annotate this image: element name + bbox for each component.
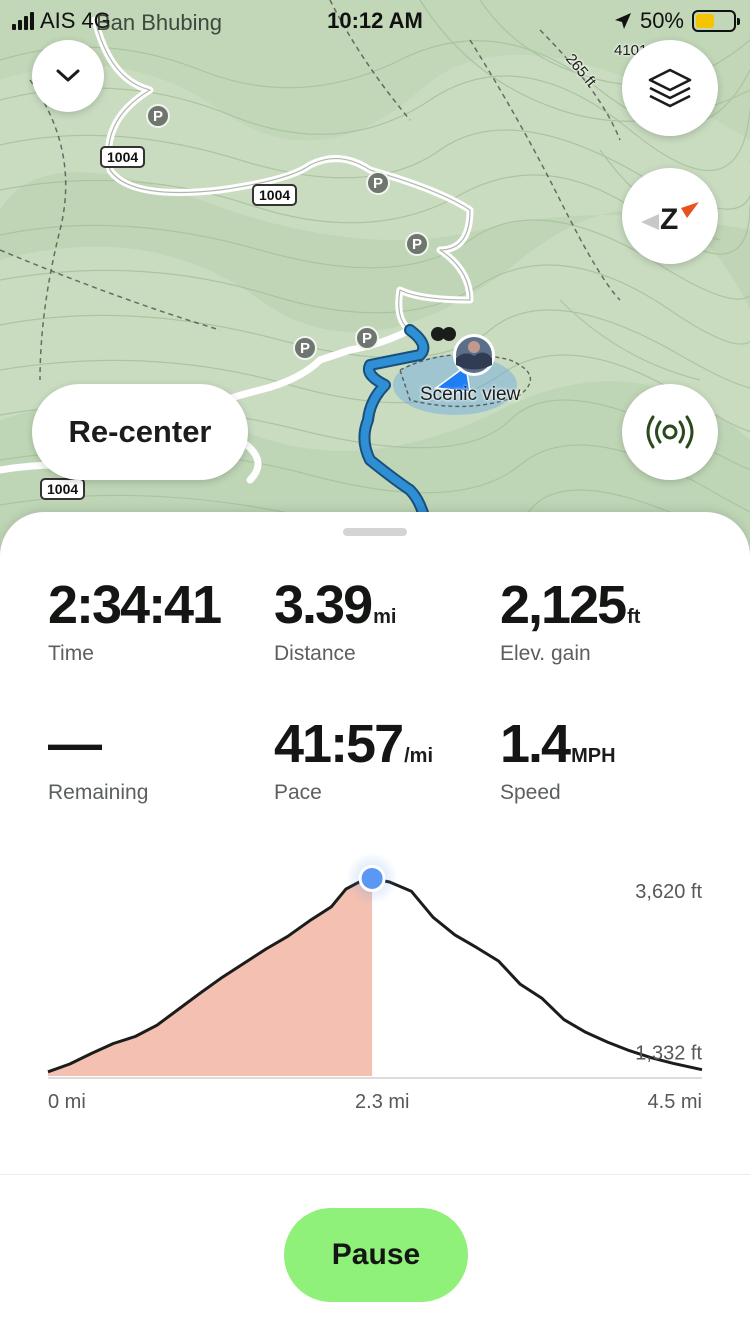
- stat-speed: 1.4 MPH Speed: [500, 717, 720, 805]
- sheet-drag-handle[interactable]: [343, 528, 407, 536]
- layers-icon: [648, 68, 692, 108]
- stat-unit: /mi: [404, 745, 434, 767]
- parking-icon[interactable]: P: [355, 326, 379, 350]
- location-arrow-icon: [614, 13, 631, 29]
- x-axis-tick-label: 4.5 mi: [648, 1091, 702, 1113]
- live-broadcast-icon: [646, 415, 694, 449]
- pause-button[interactable]: Pause: [284, 1208, 468, 1302]
- completed-elevation-area: [48, 878, 373, 1076]
- stat-label: Remaining: [48, 781, 149, 804]
- collapse-button[interactable]: [32, 40, 104, 112]
- bottom-action-bar: Pause: [0, 1174, 750, 1334]
- stat-elevation-gain: 2,125 ft Elev. gain: [500, 578, 720, 666]
- parking-icon[interactable]: P: [146, 104, 170, 128]
- stat-time: 2:34:41 Time: [48, 578, 268, 666]
- x-axis-tick-label: 2.3 mi: [355, 1091, 409, 1113]
- stat-value: 3.39: [274, 575, 373, 635]
- compass-button[interactable]: Z: [622, 168, 718, 264]
- svg-text:Z: Z: [660, 203, 678, 236]
- road-number-badge: 1004: [40, 478, 86, 500]
- parking-icon[interactable]: P: [293, 336, 317, 360]
- y-axis-tick-label: 1,332 ft: [635, 1043, 702, 1065]
- map-layers-button[interactable]: [622, 40, 718, 136]
- battery-percent: 50%: [639, 8, 684, 33]
- stat-distance: 3.39 mi Distance: [274, 578, 494, 666]
- stat-value: 2,125: [500, 575, 627, 635]
- stat-label: Speed: [500, 781, 561, 804]
- scenic-view-label[interactable]: Scenic view: [420, 384, 520, 406]
- stat-label: Distance: [274, 642, 356, 665]
- status-bar: AIS 4G Ban Bhubing 10:12 AM 50%: [0, 0, 750, 44]
- parking-icon[interactable]: P: [366, 171, 390, 195]
- parking-icon[interactable]: P: [405, 232, 429, 256]
- battery-icon: [692, 10, 740, 32]
- stat-pace: 41:57/mi Pace: [274, 717, 494, 805]
- live-share-button[interactable]: [622, 384, 718, 480]
- recenter-button[interactable]: Re-center: [32, 384, 248, 480]
- chevron-down-icon: [56, 69, 80, 82]
- compass-icon: Z: [641, 202, 699, 236]
- stat-label: Elev. gain: [500, 642, 591, 665]
- stat-value: —: [48, 714, 102, 774]
- stat-value: 2:34:41: [48, 575, 222, 635]
- road-number-badge: 1004: [252, 184, 298, 206]
- road-number-badge: 1004: [100, 146, 146, 168]
- stat-remaining: — Remaining: [48, 717, 268, 805]
- stat-label: Pace: [274, 781, 322, 804]
- x-axis-tick-label: 0 mi: [48, 1091, 86, 1113]
- stat-label: Time: [48, 642, 94, 665]
- y-axis-tick-label: 3,620 ft: [635, 881, 702, 903]
- status-right: 50%: [614, 8, 740, 34]
- stat-unit: MPH: [571, 745, 616, 767]
- elevation-profile-chart[interactable]: 3,620 ft 1,332 ft 0 mi 2.3 mi 4.5 mi: [0, 842, 750, 1122]
- stat-value: 1.4: [500, 714, 571, 774]
- stat-value: 41:57: [274, 714, 404, 774]
- current-position-marker[interactable]: [358, 864, 386, 892]
- stat-unit: mi: [373, 606, 397, 628]
- stat-unit: ft: [627, 606, 641, 628]
- map-view[interactable]: 1004 1004 1004 P P P P P 4101 265 ft Sce…: [0, 0, 750, 560]
